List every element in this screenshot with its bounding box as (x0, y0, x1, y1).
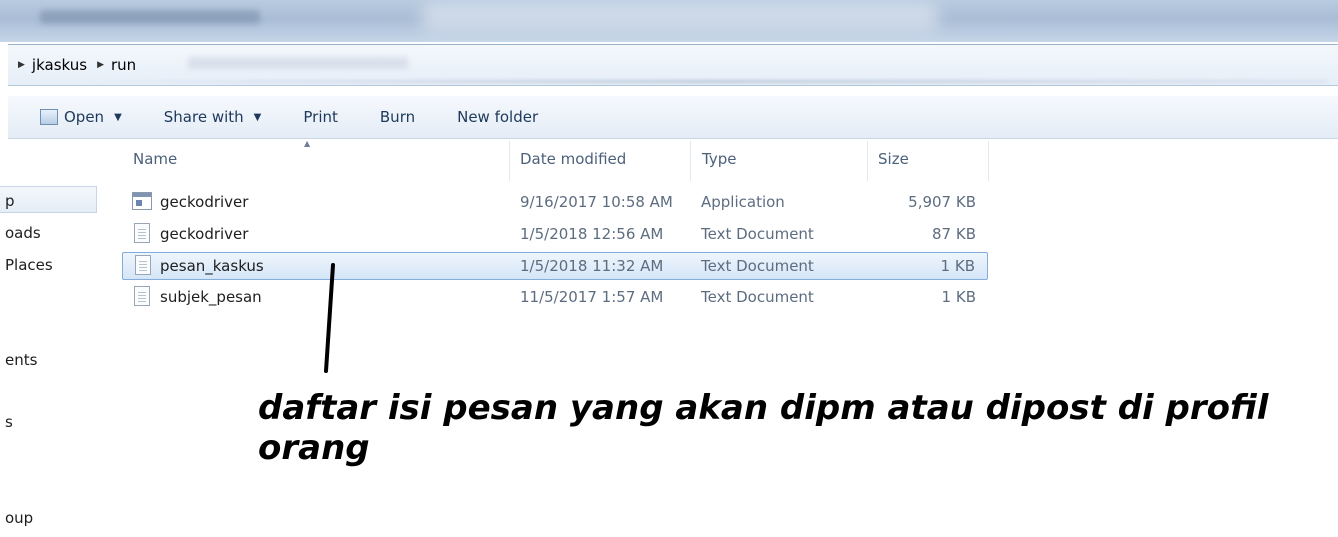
address-bar-shadow (88, 80, 1328, 83)
column-divider[interactable] (867, 141, 868, 181)
file-type: Text Document (701, 225, 814, 243)
file-row[interactable]: geckodriver 9/16/2017 10:58 AM Applicati… (122, 189, 988, 217)
file-type: Application (701, 193, 785, 211)
blurred-window-title (40, 10, 260, 24)
column-header-name[interactable]: Name (133, 150, 177, 168)
share-with-label: Share with (163, 108, 244, 126)
text-document-icon (134, 286, 150, 306)
breadcrumb-run[interactable]: ▶ run (97, 56, 136, 74)
open-document-icon (40, 109, 58, 125)
chevron-down-icon[interactable]: ▼ (114, 112, 122, 123)
file-type: Text Document (701, 288, 814, 306)
nav-item-downloads[interactable]: oads (5, 224, 41, 242)
file-size: 87 KB (932, 225, 976, 243)
blurred-background-text (188, 57, 408, 69)
file-name: geckodriver (160, 193, 249, 211)
file-type: Text Document (701, 257, 814, 275)
print-button[interactable]: Print (303, 108, 338, 126)
file-size: 5,907 KB (908, 193, 976, 211)
share-with-button[interactable]: Share with ▼ (164, 108, 262, 126)
text-document-icon (134, 223, 150, 243)
breadcrumb-arrow-icon[interactable]: ▶ (18, 60, 25, 70)
nav-item-pictures[interactable]: s (5, 413, 13, 431)
open-label: Open (64, 108, 105, 126)
column-divider[interactable] (690, 141, 691, 181)
column-divider[interactable] (988, 141, 989, 181)
column-header-row: ▲ Name Date modified Type Size (122, 139, 990, 181)
column-divider[interactable] (509, 141, 510, 181)
file-name: geckodriver (160, 225, 249, 243)
nav-item-desktop[interactable]: p (5, 192, 15, 210)
print-label: Print (303, 108, 338, 126)
nav-item-documents[interactable]: ents (5, 351, 37, 369)
annotation-line-1: daftar isi pesan yang akan dipm atau dip… (258, 388, 1269, 428)
command-toolbar: Open ▼ Share with ▼ Print Burn New folde… (8, 96, 1338, 139)
title-bar-glow (420, 4, 940, 30)
new-folder-label: New folder (457, 108, 539, 126)
chevron-down-icon: ▼ (253, 111, 262, 123)
text-document-icon (135, 255, 151, 275)
nav-item-recent-places[interactable]: Places (5, 256, 53, 274)
file-row[interactable]: subjek_pesan 11/5/2017 1:57 AM Text Docu… (122, 284, 988, 312)
file-row[interactable]: geckodriver 1/5/2018 12:56 AM Text Docum… (122, 221, 988, 249)
column-header-date-modified[interactable]: Date modified (520, 150, 626, 168)
file-name: pesan_kaskus (160, 257, 264, 275)
navigation-pane: p oads Places ents s oup (0, 139, 112, 537)
sort-ascending-icon: ▲ (304, 139, 311, 148)
file-size: 1 KB (941, 288, 976, 306)
burn-label: Burn (379, 108, 416, 126)
file-date: 9/16/2017 10:58 AM (520, 193, 673, 211)
nav-item-homegroup[interactable]: oup (5, 509, 33, 527)
column-header-type[interactable]: Type (702, 150, 736, 168)
nav-item-selected-highlight[interactable] (0, 186, 97, 213)
open-button[interactable]: Open ▼ (40, 108, 122, 126)
annotation-text: daftar isi pesan yang akan dipm atau dip… (258, 388, 1333, 468)
application-icon (132, 192, 152, 210)
file-date: 11/5/2017 1:57 AM (520, 288, 664, 306)
file-size: 1 KB (940, 257, 975, 275)
file-name: subjek_pesan (160, 288, 262, 306)
annotation-pointer-line (324, 263, 335, 373)
column-header-size[interactable]: Size (878, 150, 909, 168)
window-title-bar (0, 0, 1338, 42)
breadcrumb-jkaskus[interactable]: ▶ jkaskus (18, 56, 87, 74)
new-folder-button[interactable]: New folder (457, 108, 538, 126)
breadcrumb-arrow-icon[interactable]: ▶ (97, 60, 104, 70)
burn-button[interactable]: Burn (380, 108, 415, 126)
breadcrumb-label[interactable]: jkaskus (32, 56, 87, 74)
address-bar[interactable]: ▶ jkaskus ▶ run (8, 44, 1338, 86)
file-row-selected[interactable]: pesan_kaskus 1/5/2018 11:32 AM Text Docu… (122, 252, 988, 280)
breadcrumb-label[interactable]: run (111, 56, 136, 74)
file-date: 1/5/2018 12:56 AM (520, 225, 664, 243)
file-date: 1/5/2018 11:32 AM (520, 257, 664, 275)
annotation-line-2: orang (258, 428, 370, 468)
